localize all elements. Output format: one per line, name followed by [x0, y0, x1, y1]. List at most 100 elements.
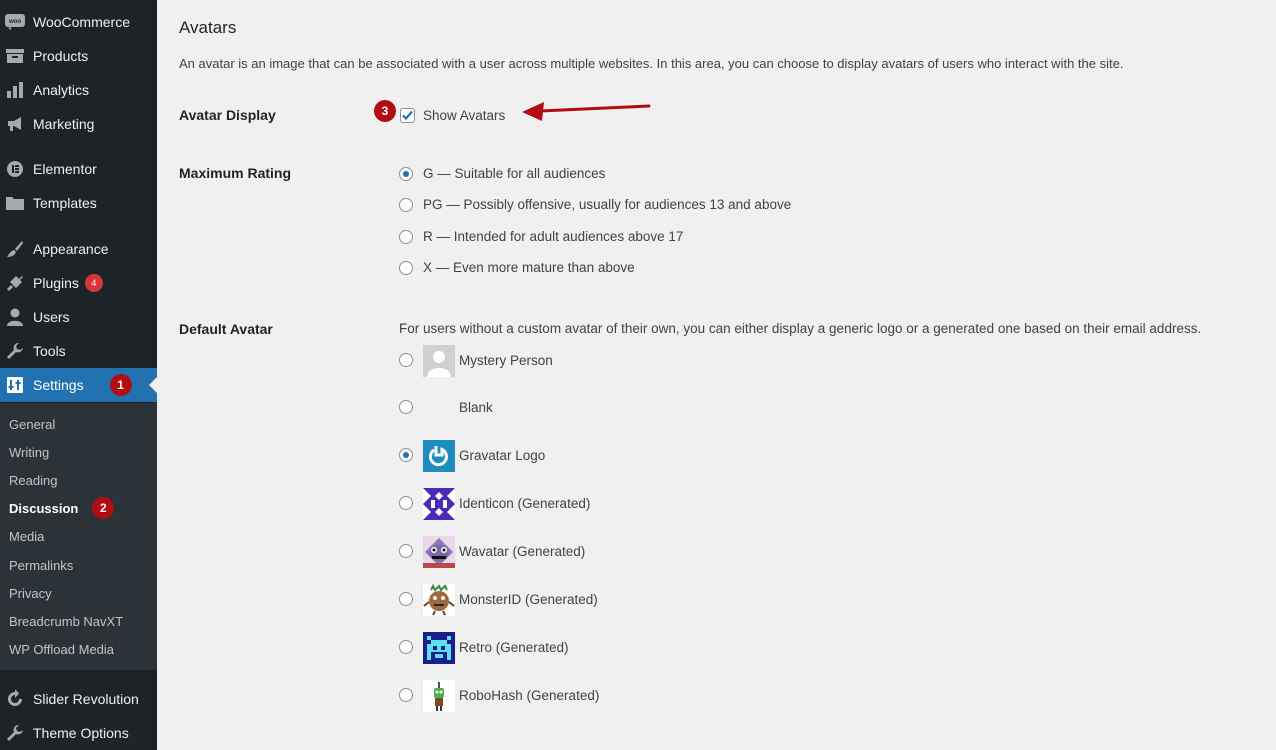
avatar-display-label: Avatar Display	[179, 107, 276, 123]
show-avatars-label[interactable]: Show Avatars	[423, 108, 505, 123]
section-description: An avatar is an image that can be associ…	[179, 56, 1124, 71]
avatar-blank-radio[interactable]	[399, 400, 413, 414]
menu-templates[interactable]: Templates	[0, 186, 157, 220]
wrench-icon	[5, 341, 25, 361]
rating-g-radio[interactable]	[399, 167, 413, 181]
rating-r-radio[interactable]	[399, 230, 413, 244]
avatar-retro-radio[interactable]	[399, 640, 413, 654]
menu-label: Appearance	[33, 241, 109, 257]
annotation-marker-3: 3	[374, 100, 396, 122]
rating-pg-label[interactable]: PG — Possibly offensive, usually for aud…	[423, 197, 791, 212]
avatar-identicon-label[interactable]: Identicon (Generated)	[459, 496, 590, 511]
main-content: Avatars An avatar is an image that can b…	[157, 0, 1276, 750]
submenu-general[interactable]: General	[9, 417, 55, 432]
bar-chart-icon	[5, 80, 25, 100]
menu-label: Elementor	[33, 161, 97, 177]
submenu-permalinks[interactable]: Permalinks	[9, 558, 73, 573]
avatar-wavatar-label[interactable]: Wavatar (Generated)	[459, 544, 585, 559]
rating-g-label[interactable]: G — Suitable for all audiences	[423, 166, 605, 181]
submenu-media[interactable]: Media	[9, 529, 44, 544]
monsterid-avatar-icon	[423, 584, 455, 616]
menu-analytics[interactable]: Analytics	[0, 73, 157, 107]
annotation-marker-2: 2	[92, 497, 115, 519]
menu-products[interactable]: Products	[0, 39, 157, 73]
wavatar-avatar-icon	[423, 536, 455, 568]
submenu-privacy[interactable]: Privacy	[9, 586, 52, 601]
avatar-monsterid-radio[interactable]	[399, 592, 413, 606]
elementor-icon	[5, 159, 25, 179]
avatar-blank-label[interactable]: Blank	[459, 400, 493, 415]
menu-label: Slider Revolution	[33, 691, 139, 707]
avatar-mystery-radio[interactable]	[399, 353, 413, 367]
menu-label: Templates	[33, 195, 97, 211]
avatar-mystery-label[interactable]: Mystery Person	[459, 353, 553, 368]
show-avatars-checkbox[interactable]	[400, 108, 415, 123]
default-avatar-label: Default Avatar	[179, 321, 273, 337]
checkmark-icon	[402, 110, 413, 121]
submenu-label: Discussion	[9, 500, 79, 516]
wrench-icon	[5, 723, 25, 743]
maximum-rating-label: Maximum Rating	[179, 165, 292, 181]
menu-appearance[interactable]: Appearance	[0, 232, 157, 266]
menu-theme-options[interactable]: Theme Options	[0, 716, 157, 750]
default-avatar-description: For users without a custom avatar of the…	[399, 321, 1202, 336]
section-title: Avatars	[179, 18, 237, 37]
avatar-robohash-label[interactable]: RoboHash (Generated)	[459, 688, 599, 703]
avatar-gravatar-label[interactable]: Gravatar Logo	[459, 448, 545, 463]
retro-avatar-icon	[423, 632, 455, 664]
annotation-marker-1: 1	[109, 374, 132, 396]
menu-woocommerce[interactable]: woo WooCommerce	[0, 5, 157, 39]
menu-label: Settings	[33, 377, 84, 393]
avatar-gravatar-radio[interactable]	[399, 448, 413, 462]
submenu-label: Media	[9, 529, 45, 544]
plug-icon	[5, 273, 25, 293]
submenu-label: Writing	[9, 445, 50, 460]
gravatar-logo-avatar-icon	[423, 440, 455, 472]
avatar-wavatar-radio[interactable]	[399, 544, 413, 558]
submenu-breadcrumb-navxt[interactable]: Breadcrumb NavXT	[9, 614, 123, 629]
rating-pg-radio[interactable]	[399, 198, 413, 212]
settings-icon	[5, 375, 25, 395]
robohash-avatar-icon	[423, 680, 455, 712]
submenu-discussion[interactable]: Discussion 2	[9, 497, 115, 519]
submenu-label: Breadcrumb NavXT	[9, 614, 124, 629]
rating-x-label[interactable]: X — Even more mature than above	[423, 260, 635, 275]
rating-x-radio[interactable]	[399, 261, 413, 275]
megaphone-icon	[5, 114, 25, 134]
menu-label: Users	[33, 309, 70, 325]
mystery-person-avatar-icon	[423, 345, 455, 377]
menu-label: Theme Options	[33, 725, 129, 741]
folder-icon	[5, 193, 25, 213]
rating-r-label[interactable]: R — Intended for adult audiences above 1…	[423, 229, 683, 244]
avatar-retro-label[interactable]: Retro (Generated)	[459, 640, 569, 655]
menu-settings[interactable]: Settings 1	[0, 368, 157, 402]
submenu-label: General	[9, 417, 56, 432]
avatar-robohash-radio[interactable]	[399, 688, 413, 702]
menu-label: WooCommerce	[33, 14, 130, 30]
archive-icon	[5, 46, 25, 66]
submenu-wp-offload-media[interactable]: WP Offload Media	[9, 642, 114, 657]
refresh-icon	[5, 689, 25, 709]
identicon-avatar-icon	[423, 488, 455, 520]
avatar-monsterid-label[interactable]: MonsterID (Generated)	[459, 592, 598, 607]
menu-marketing[interactable]: Marketing	[0, 107, 157, 141]
menu-users[interactable]: Users	[0, 300, 157, 334]
plugin-update-count-badge: 4	[84, 274, 103, 292]
menu-label: Plugins	[33, 275, 79, 291]
menu-label: Analytics	[33, 82, 90, 98]
menu-slider-revolution[interactable]: Slider Revolution	[0, 682, 157, 716]
settings-submenu: General Writing Reading Discussion 2 Med…	[0, 403, 157, 670]
woocommerce-icon: woo	[5, 12, 25, 32]
menu-elementor[interactable]: Elementor	[0, 152, 157, 186]
user-icon	[5, 307, 25, 327]
svg-text:woo: woo	[8, 19, 21, 25]
submenu-writing[interactable]: Writing	[9, 445, 49, 460]
menu-tools[interactable]: Tools	[0, 334, 157, 368]
menu-label: Products	[33, 48, 89, 64]
submenu-reading[interactable]: Reading	[9, 473, 57, 488]
avatar-identicon-radio[interactable]	[399, 496, 413, 510]
menu-label: Marketing	[33, 116, 95, 132]
menu-plugins[interactable]: Plugins 4	[0, 266, 157, 300]
submenu-label: Reading	[9, 473, 58, 488]
menu-label: Tools	[33, 343, 66, 359]
